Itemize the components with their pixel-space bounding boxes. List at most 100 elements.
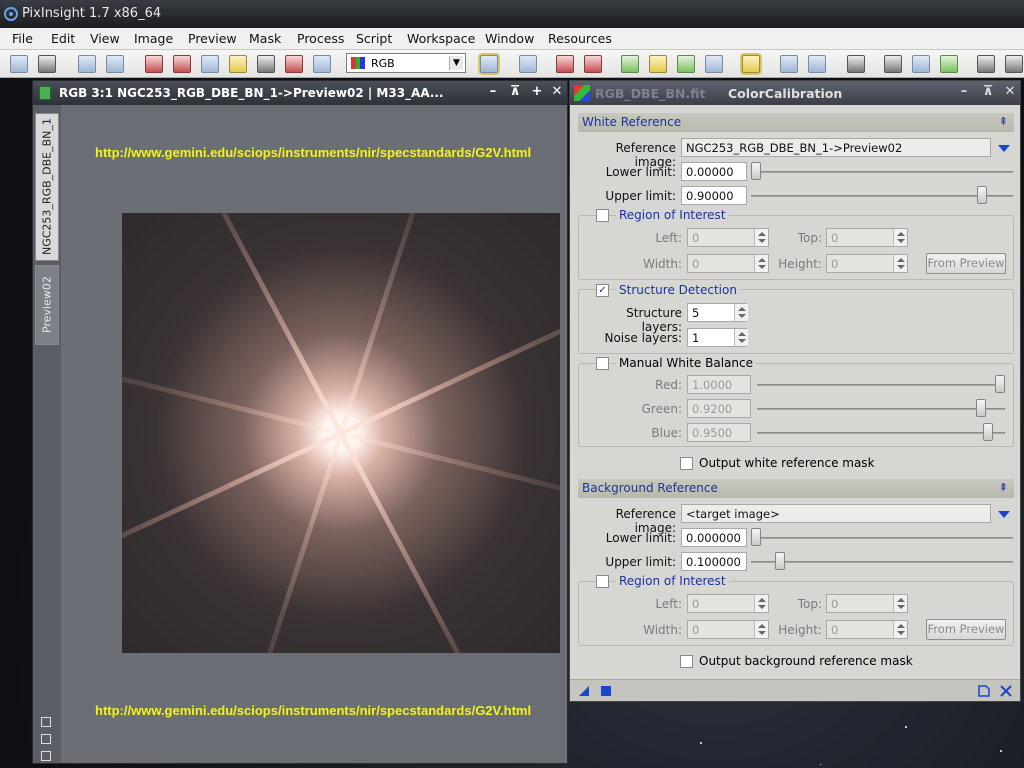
- documentation-icon[interactable]: [978, 685, 990, 697]
- background-reference-header[interactable]: Background Reference ⇞: [578, 479, 1014, 498]
- explorer-icon[interactable]: [977, 55, 995, 73]
- br-upper-limit-input[interactable]: 0.100000: [681, 552, 747, 571]
- more-tools-icon[interactable]: [1005, 55, 1023, 73]
- menu-edit[interactable]: Edit: [51, 31, 75, 46]
- menu-resources[interactable]: Resources: [548, 31, 612, 46]
- collapse-icon[interactable]: ⇞: [999, 481, 1008, 494]
- menu-script[interactable]: Script: [356, 31, 392, 46]
- image-window-title-bar[interactable]: RGB 3:1 NGC253_RGB_DBE_BN_1->Preview02 |…: [33, 81, 567, 105]
- spinner-icon[interactable]: [754, 255, 768, 272]
- preview-red-icon[interactable]: [556, 55, 574, 73]
- identifier-icon[interactable]: [78, 55, 96, 73]
- output-background-mask-checkbox[interactable]: [680, 655, 693, 668]
- spinner-icon[interactable]: [893, 255, 907, 272]
- new-preview-icon[interactable]: [621, 55, 639, 73]
- wr-lower-limit-slider[interactable]: [751, 162, 761, 180]
- wr-from-preview-button[interactable]: From Preview: [926, 253, 1006, 274]
- green-input[interactable]: 0.9200: [687, 399, 751, 418]
- blue-slider[interactable]: [983, 423, 993, 441]
- br-from-preview-button[interactable]: From Preview: [926, 619, 1006, 640]
- new-instance-icon[interactable]: [578, 685, 590, 697]
- wr-lower-limit-input[interactable]: 0.00000: [681, 162, 747, 181]
- green-slider[interactable]: [976, 399, 986, 417]
- structure-detection-checkbox[interactable]: ✓: [596, 284, 609, 297]
- screen-transfer-icon[interactable]: [313, 55, 331, 73]
- preview-edit-icon[interactable]: [584, 55, 602, 73]
- readout-left-icon[interactable]: [780, 55, 798, 73]
- edit-preview-icon[interactable]: [649, 55, 667, 73]
- spinner-icon[interactable]: [754, 595, 768, 612]
- zoom-1-1-icon[interactable]: [940, 55, 958, 73]
- br-roi-checkbox[interactable]: [596, 575, 609, 588]
- mask-icon[interactable]: [257, 55, 275, 73]
- close-icon[interactable]: ✕: [1002, 84, 1018, 100]
- fit-view-icon[interactable]: [912, 55, 930, 73]
- pan-hand-icon[interactable]: [847, 55, 865, 73]
- close-icon[interactable]: ✕: [549, 84, 565, 100]
- spinner-icon[interactable]: [754, 621, 768, 638]
- white-reference-header[interactable]: White Reference ⇞: [578, 113, 1014, 132]
- collapse-icon[interactable]: ⇞: [999, 115, 1008, 128]
- spinner-icon[interactable]: [734, 329, 748, 346]
- menu-preview[interactable]: Preview: [188, 31, 237, 46]
- star-image[interactable]: [122, 213, 560, 653]
- br-lower-limit-input[interactable]: 0.000000: [681, 528, 747, 547]
- tab-main-view[interactable]: NGC253_RGB_DBE_BN_1: [35, 113, 59, 261]
- br-upper-limit-slider[interactable]: [775, 552, 785, 570]
- apply-global-icon[interactable]: [600, 685, 612, 697]
- readout-right-icon[interactable]: [808, 55, 826, 73]
- br-lower-limit-slider[interactable]: [751, 528, 761, 546]
- menu-image[interactable]: Image: [134, 31, 173, 46]
- highlight-icon[interactable]: [742, 55, 760, 73]
- zoom-icon[interactable]: [884, 55, 902, 73]
- stf-icon[interactable]: [229, 55, 247, 73]
- color-channels-icon[interactable]: [173, 55, 191, 73]
- spinner-icon[interactable]: [754, 229, 768, 246]
- shade-icon[interactable]: ⊼: [980, 84, 996, 100]
- rgb-channels-icon[interactable]: [145, 55, 163, 73]
- shade-icon[interactable]: ⊼: [507, 84, 523, 100]
- menu-mask[interactable]: Mask: [249, 31, 281, 46]
- tab-preview02[interactable]: Preview02: [35, 265, 59, 345]
- readout-icon[interactable]: [519, 55, 537, 73]
- spinner-icon[interactable]: [893, 595, 907, 612]
- image-window[interactable]: RGB 3:1 NGC253_RGB_DBE_BN_1->Preview02 |…: [32, 80, 568, 764]
- preview-store-icon[interactable]: [705, 55, 723, 73]
- menu-process[interactable]: Process: [297, 31, 344, 46]
- copy-icon[interactable]: [41, 751, 51, 761]
- manual-wb-checkbox[interactable]: [596, 357, 609, 370]
- menu-window[interactable]: Window: [485, 31, 534, 46]
- menu-file[interactable]: File: [12, 31, 33, 46]
- wr-upper-limit-input[interactable]: 0.90000: [681, 186, 747, 205]
- wr-roi-checkbox[interactable]: [596, 209, 609, 222]
- minimize-icon[interactable]: –: [956, 84, 972, 100]
- red-slider[interactable]: [995, 375, 1005, 393]
- spinner-icon[interactable]: [893, 621, 907, 638]
- wr-upper-limit-slider[interactable]: [977, 186, 987, 204]
- mask-show-icon[interactable]: [285, 55, 303, 73]
- colorcalibration-dialog[interactable]: RGB_DBE_BN.fit ColorCalibration – ⊼ ✕ Wh…: [569, 80, 1021, 702]
- display-channel-icon[interactable]: [480, 55, 498, 73]
- reset-icon[interactable]: [1000, 685, 1012, 697]
- wr-reference-image-field[interactable]: NGC253_RGB_DBE_BN_1->Preview02: [681, 138, 991, 157]
- new-window-icon[interactable]: [106, 55, 124, 73]
- menu-workspace[interactable]: Workspace: [407, 31, 475, 46]
- br-reference-dropdown-icon[interactable]: [998, 511, 1010, 518]
- minimize-icon[interactable]: –: [485, 84, 501, 100]
- maximize-icon[interactable]: +: [529, 84, 545, 100]
- color-mode-select[interactable]: RGB ▼: [346, 53, 466, 73]
- output-white-mask-checkbox[interactable]: [680, 457, 693, 470]
- zoom-window-icon[interactable]: [201, 55, 219, 73]
- dialog-title-bar[interactable]: RGB_DBE_BN.fit ColorCalibration – ⊼ ✕: [570, 81, 1020, 105]
- spinner-icon[interactable]: [734, 304, 748, 321]
- pin-icon[interactable]: [41, 734, 51, 744]
- image-canvas[interactable]: http://www.gemini.edu/sciops/instruments…: [61, 105, 567, 763]
- red-input[interactable]: 1.0000: [687, 375, 751, 394]
- br-reference-image-field[interactable]: <target image>: [681, 504, 991, 523]
- menu-view[interactable]: View: [90, 31, 120, 46]
- redo-icon[interactable]: [38, 55, 56, 73]
- wr-reference-dropdown-icon[interactable]: [998, 145, 1010, 152]
- spinner-icon[interactable]: [893, 229, 907, 246]
- preview-clone-icon[interactable]: [677, 55, 695, 73]
- blue-input[interactable]: 0.9500: [687, 423, 751, 442]
